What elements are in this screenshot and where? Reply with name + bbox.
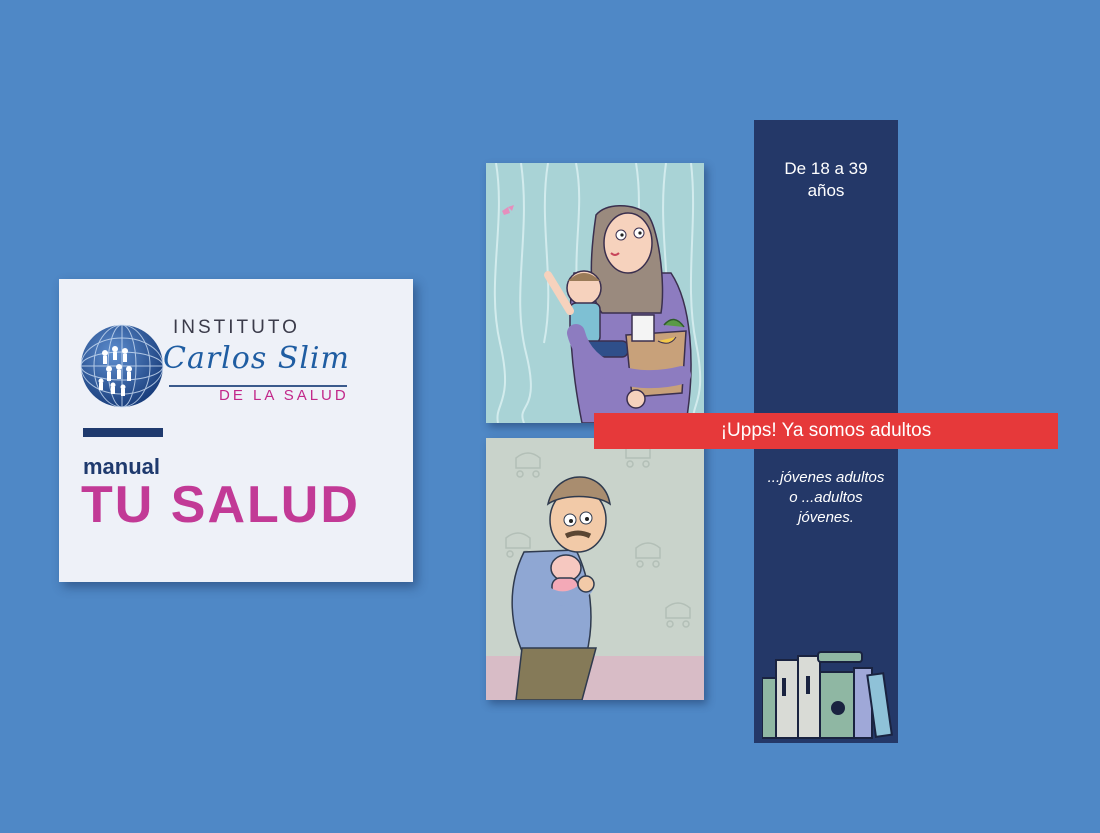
age-range-label: De 18 a 39 años [784, 159, 868, 200]
accent-bar [83, 428, 163, 437]
illustration-father [486, 438, 704, 700]
mother-illustration [493, 163, 702, 423]
manual-title: TU SALUD [81, 476, 360, 534]
father-illustration [486, 442, 704, 700]
illustration-mother [486, 163, 704, 423]
title-ribbon: ¡Upps! Ya somos adultos [594, 413, 1058, 449]
books-icon [762, 651, 893, 739]
manual-cover-card: INSTITUTO Carlos Slim DE LA SALUD manual… [59, 279, 413, 582]
institute-name-top: INSTITUTO [173, 317, 300, 338]
institute-name-script: Carlos Slim [163, 341, 350, 376]
globe-icon [80, 324, 164, 408]
institute-name-bottom: DE LA SALUD [219, 387, 349, 404]
bookmark-quote: ...jóvenes adultos o ...adultos jóvenes. [767, 469, 885, 526]
